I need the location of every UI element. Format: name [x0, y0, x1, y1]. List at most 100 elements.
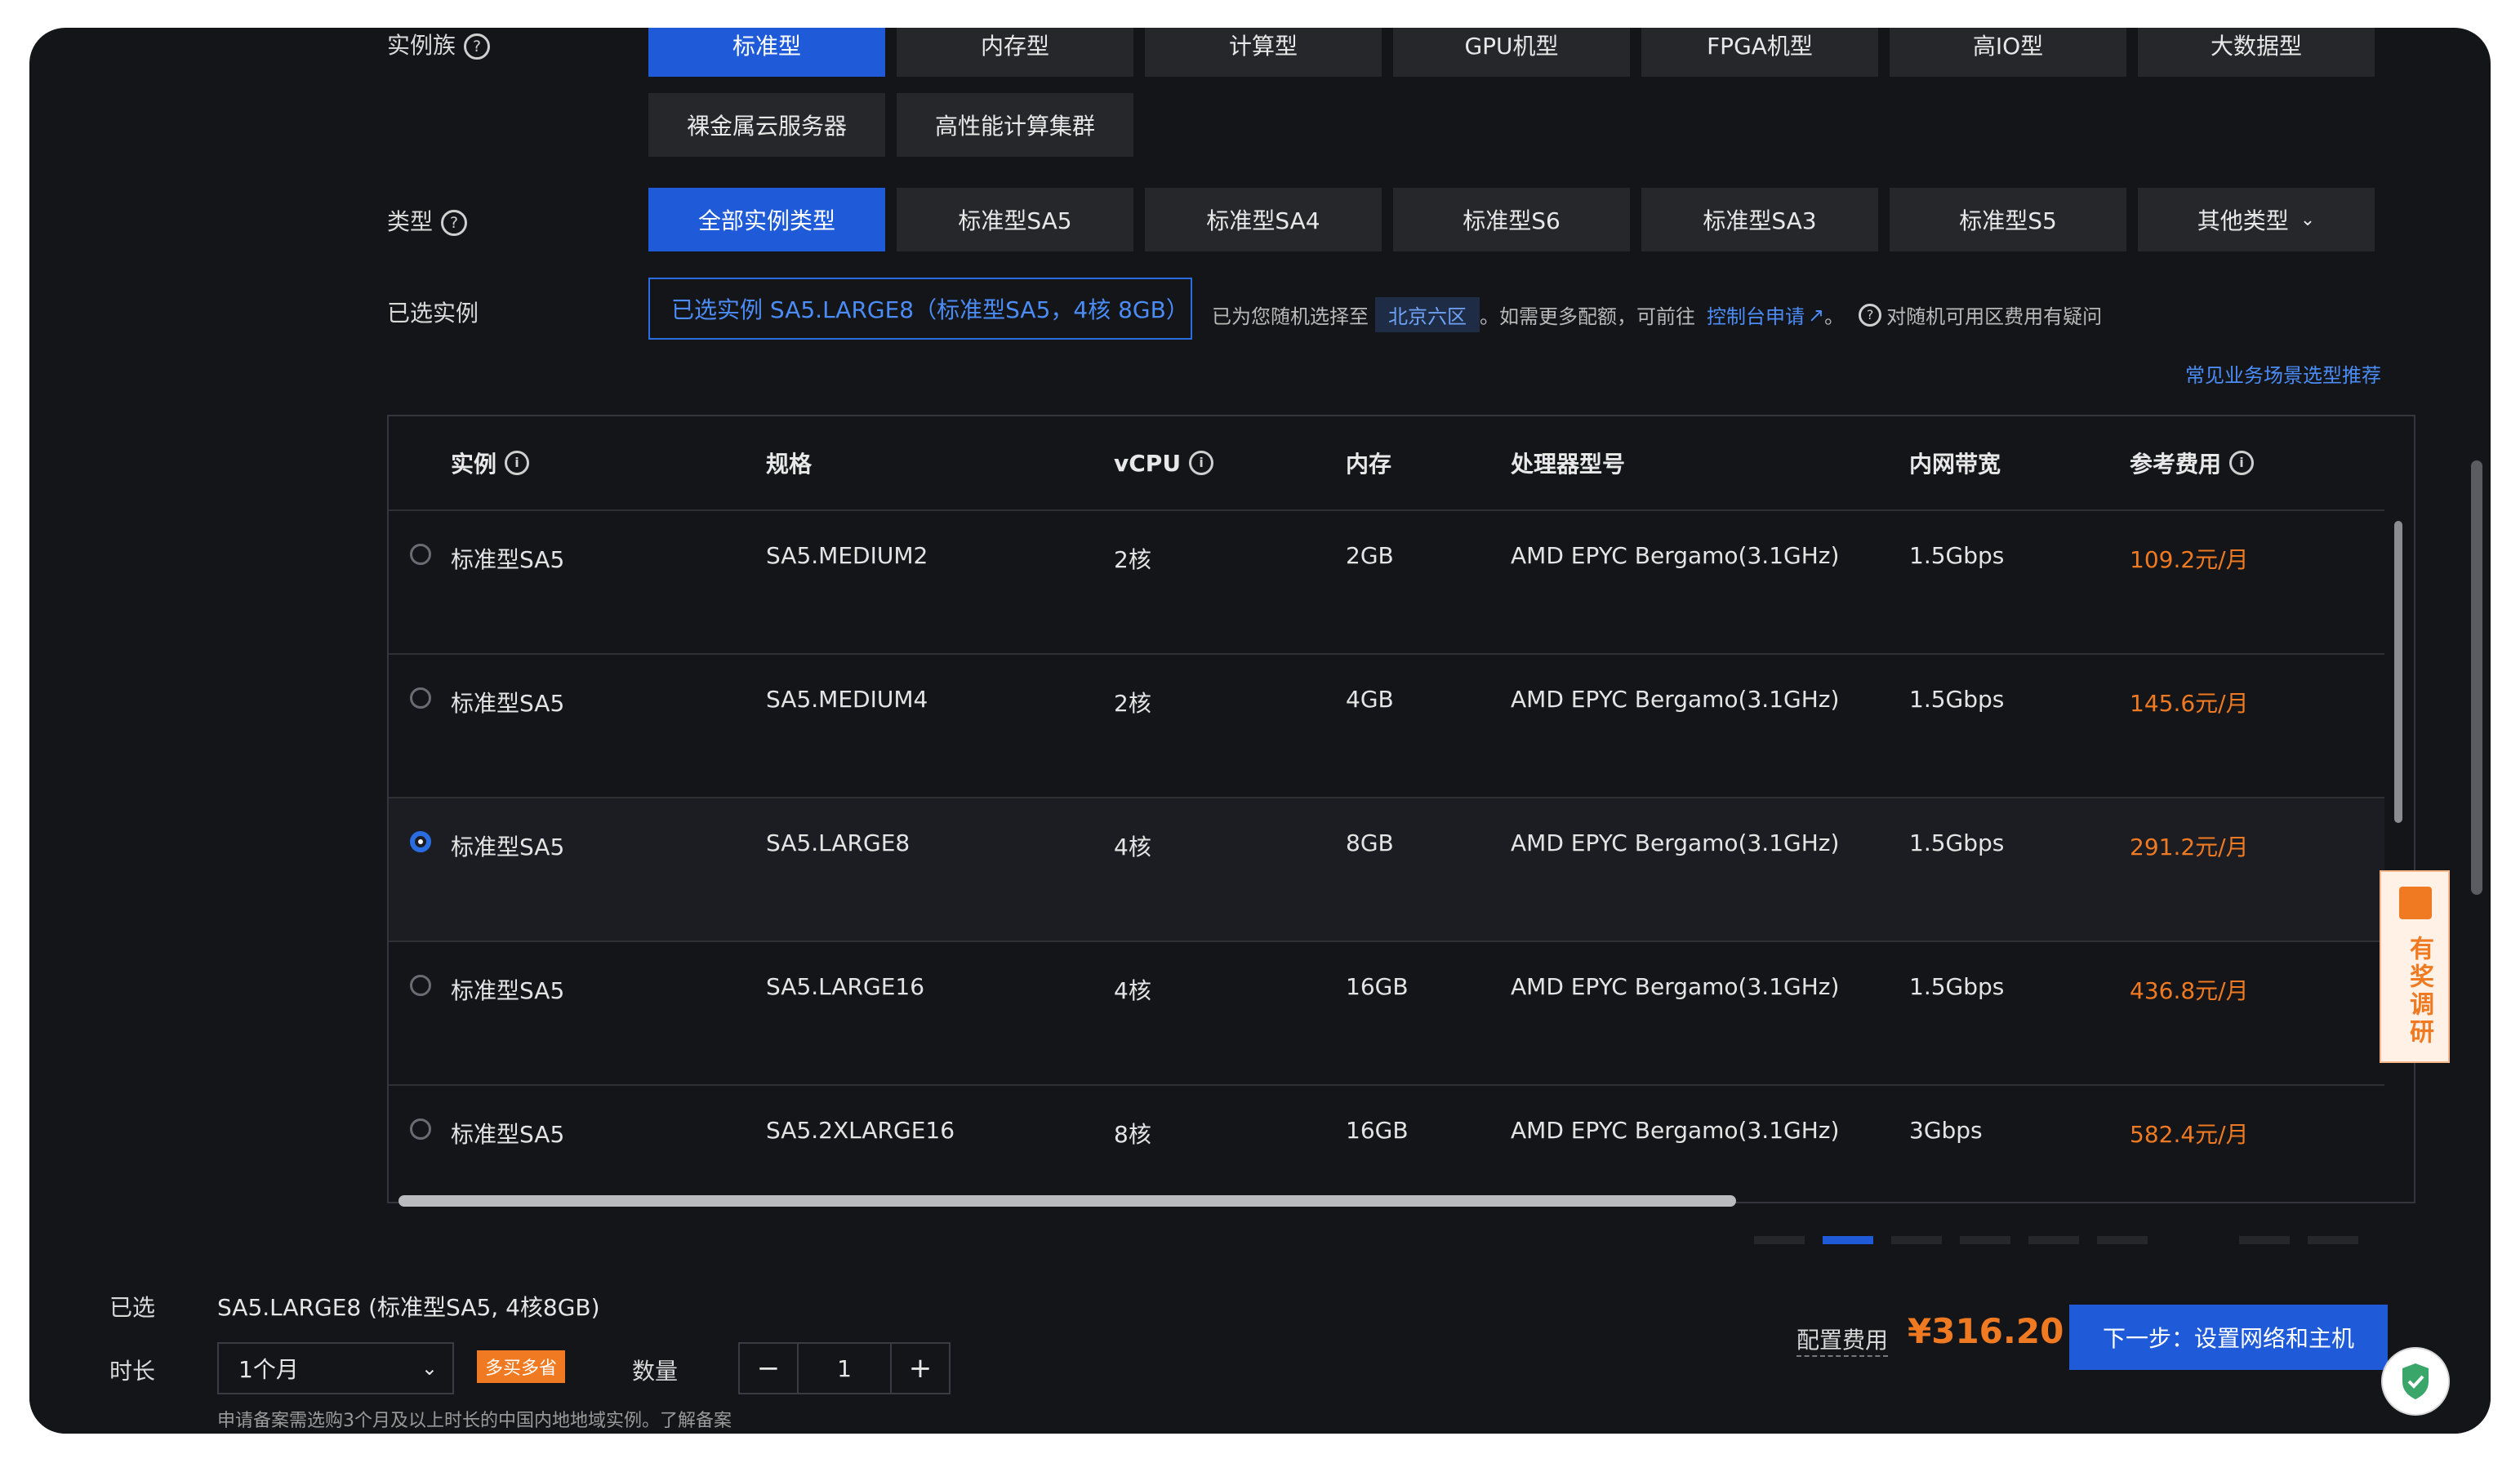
survey-tab[interactable]: 有奖调研 [2380, 870, 2450, 1063]
shield-check-icon[interactable] [2381, 1347, 2450, 1416]
cell-processor: AMD EPYC Bergamo(3.1GHz) [1511, 686, 1840, 713]
fee-value: ¥316.20 [1908, 1311, 2064, 1351]
cell-bandwidth: 3Gbps [1909, 1117, 1983, 1144]
info-circle-icon[interactable]: i [2229, 451, 2255, 475]
cell-spec: SA5.MEDIUM2 [766, 542, 928, 569]
cell-memory: 8GB [1346, 829, 1394, 856]
table-row[interactable]: 标准型SA5 SA5.MEDIUM4 2核 4GB AMD EPYC Berga… [389, 653, 2384, 797]
cell-spec: SA5.LARGE8 [766, 829, 910, 856]
table-row[interactable]: 标准型SA5 SA5.LARGE8 4核 8GB AMD EPYC Bergam… [389, 797, 2384, 940]
cell-instance: 标准型SA5 [451, 1121, 565, 1148]
info-circle-icon[interactable]: i [505, 451, 530, 475]
cell-instance: 标准型SA5 [451, 690, 565, 717]
family-option-big-data[interactable]: 大数据型 [2138, 28, 2375, 77]
type-option-s5[interactable]: 标准型S5 [1890, 188, 2126, 251]
page-scrollbar[interactable] [2471, 460, 2482, 895]
pagination-item[interactable] [1891, 1236, 1942, 1244]
quantity-increment-button[interactable]: + [892, 1344, 949, 1393]
pagination-item[interactable] [2239, 1236, 2290, 1244]
cell-spec: SA5.LARGE16 [766, 973, 925, 1000]
region-badge: 北京六区 [1375, 297, 1480, 332]
quantity-stepper: − 1 + [738, 1342, 951, 1394]
cell-processor: AMD EPYC Bergamo(3.1GHz) [1511, 973, 1840, 1000]
question-circle-icon[interactable]: ? [441, 210, 468, 236]
type-option-sa4[interactable]: 标准型SA4 [1145, 188, 1382, 251]
question-circle-icon[interactable]: ? [1859, 303, 1882, 327]
type-option-all[interactable]: 全部实例类型 [648, 188, 885, 251]
family-option-bare-metal[interactable]: 裸金属云服务器 [648, 93, 885, 157]
survey-label: 有奖调研 [2405, 936, 2433, 1047]
chevron-down-icon: ⌄ [2300, 209, 2316, 230]
scenario-recommend-link[interactable]: 常见业务场景选型推荐 [2185, 359, 2381, 388]
random-zone-note: 已为您随机选择至 北京六区 。如需更多配额，可前往 控制台申请 ↗ 。 ? 对随… [1212, 297, 2102, 332]
pagination-item-active[interactable] [1823, 1236, 1873, 1244]
header-vcpu: vCPU i [1114, 416, 1214, 509]
cell-vcpu: 4核 [1114, 834, 1151, 860]
fee-label: 配置费用 [1797, 1323, 1889, 1357]
pagination-item[interactable] [2308, 1236, 2358, 1244]
family-option-memory[interactable]: 内存型 [897, 28, 1133, 77]
next-step-button[interactable]: 下一步：设置网络和主机 [2069, 1305, 2388, 1370]
type-option-s6[interactable]: 标准型S6 [1393, 188, 1630, 251]
question-circle-icon[interactable]: ? [464, 33, 491, 60]
promo-tag: 多买多省 [477, 1350, 566, 1383]
table-horizontal-scrollbar[interactable] [398, 1195, 1736, 1207]
instance-family-label: 实例族? [387, 28, 491, 60]
cell-spec: SA5.MEDIUM4 [766, 686, 928, 713]
app-window: 实例族? 标准型 内存型 计算型 GPU机型 FPGA机型 高IO型 大数据型 … [29, 28, 2491, 1434]
quantity-input[interactable]: 1 [797, 1344, 892, 1393]
family-option-gpu[interactable]: GPU机型 [1393, 28, 1630, 77]
cell-spec: SA5.2XLARGE16 [766, 1117, 955, 1144]
cell-instance: 标准型SA5 [451, 546, 565, 573]
family-option-high-io[interactable]: 高IO型 [1890, 28, 2126, 77]
footer-selected-value: SA5.LARGE8 (标准型SA5, 4核8GB) [217, 1294, 600, 1321]
family-option-hpc[interactable]: 高性能计算集群 [897, 93, 1133, 157]
pagination-item[interactable] [2097, 1236, 2148, 1244]
console-apply-link[interactable]: 控制台申请 [1707, 300, 1805, 329]
table-row[interactable]: 标准型SA5 SA5.LARGE16 4核 16GB AMD EPYC Berg… [389, 940, 2384, 1084]
random-zone-question[interactable]: 对随机可用区费用有疑问 [1886, 300, 2102, 329]
quantity-label: 数量 [632, 1358, 679, 1385]
table-vertical-scrollbar[interactable] [2394, 521, 2402, 823]
cell-price: 109.2元/月 [2130, 546, 2249, 573]
cell-price: 582.4元/月 [2130, 1121, 2249, 1148]
family-option-fpga[interactable]: FPGA机型 [1641, 28, 1878, 77]
cell-vcpu: 8核 [1114, 1121, 1151, 1148]
type-option-other[interactable]: 其他类型 ⌄ [2138, 188, 2375, 251]
family-option-compute[interactable]: 计算型 [1145, 28, 1382, 77]
cell-processor: AMD EPYC Bergamo(3.1GHz) [1511, 829, 1840, 856]
info-circle-icon[interactable]: i [1189, 451, 1214, 475]
type-label: 类型? [387, 204, 468, 237]
header-spec: 规格 [766, 451, 813, 478]
pagination-item[interactable] [1754, 1236, 1805, 1244]
row-radio[interactable] [410, 1118, 431, 1140]
family-option-standard[interactable]: 标准型 [648, 28, 885, 77]
cell-memory: 16GB [1346, 973, 1409, 1000]
row-radio-selected[interactable] [410, 831, 431, 852]
selected-instance-label: 已选实例 [387, 300, 479, 327]
table-row[interactable]: 标准型SA5 SA5.MEDIUM2 2核 2GB AMD EPYC Berga… [389, 509, 2384, 653]
filing-note[interactable]: 申请备案需选购3个月及以上时长的中国内地地域实例。了解备案 [217, 1406, 732, 1432]
duration-select[interactable]: 1个月 ⌄ [217, 1342, 454, 1394]
row-radio[interactable] [410, 687, 431, 709]
cell-bandwidth: 1.5Gbps [1909, 973, 2005, 1000]
pagination-item[interactable] [1960, 1236, 2010, 1244]
row-radio[interactable] [410, 544, 431, 565]
cell-processor: AMD EPYC Bergamo(3.1GHz) [1511, 542, 1840, 569]
cell-instance: 标准型SA5 [451, 977, 565, 1004]
instance-table: 实例 i 规格 vCPU i 内存 处理器型号 内网带宽 参考费用 i 标准型SA5 … [387, 415, 2415, 1207]
type-option-sa5[interactable]: 标准型SA5 [897, 188, 1133, 251]
table-row[interactable]: 标准型SA5 SA5.2XLARGE16 8核 16GB AMD EPYC Be… [389, 1084, 2384, 1203]
cell-memory: 4GB [1346, 686, 1394, 713]
header-bandwidth: 内网带宽 [1909, 451, 2001, 478]
selected-instance-box: 已选实例 SA5.LARGE8（标准型SA5，4核 8GB） [648, 278, 1192, 340]
pagination-item[interactable] [2028, 1236, 2079, 1244]
cell-memory: 2GB [1346, 542, 1394, 569]
cell-memory: 16GB [1346, 1117, 1409, 1144]
shield-svg [2402, 1363, 2429, 1399]
header-processor: 处理器型号 [1511, 451, 1626, 478]
quantity-decrement-button[interactable]: − [740, 1344, 797, 1393]
chevron-down-icon: ⌄ [421, 1357, 438, 1380]
type-option-sa3[interactable]: 标准型SA3 [1641, 188, 1878, 251]
row-radio[interactable] [410, 975, 431, 996]
